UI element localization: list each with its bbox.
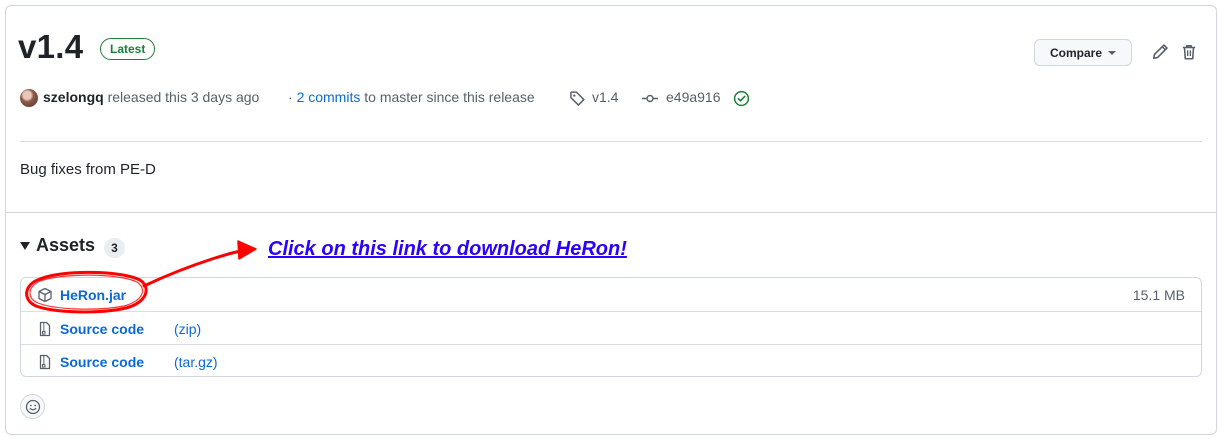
released-text: released this 3 days ago (107, 89, 260, 105)
asset-name[interactable]: Source code (60, 354, 144, 370)
pencil-icon[interactable] (1151, 43, 1169, 61)
section-divider (6, 212, 1216, 213)
compare-label: Compare (1049, 45, 1102, 60)
avatar[interactable] (20, 89, 38, 107)
smiley-icon (25, 399, 40, 414)
asset-ext[interactable]: (zip) (174, 321, 201, 337)
file-zip-icon (39, 321, 51, 336)
assets-count: 3 (104, 238, 125, 258)
release-meta: szelongq released this 3 days ago (43, 89, 259, 105)
release-title: v1.4 (18, 28, 84, 65)
release-notes: Bug fixes from PE-D (20, 161, 156, 178)
compare-button[interactable]: Compare (1034, 39, 1132, 66)
add-reaction-button[interactable] (20, 394, 45, 419)
divider (20, 141, 1202, 142)
asset-row-source-zip[interactable]: Source code (zip) (21, 311, 1201, 345)
tag-link[interactable]: v1.4 (592, 89, 618, 105)
commits-suffix: to master since this release (364, 89, 535, 105)
asset-ext[interactable]: (tar.gz) (174, 354, 218, 370)
asset-row-source-targz[interactable]: Source code (tar.gz) (21, 344, 1201, 378)
asset-name[interactable]: HeRon.jar (60, 287, 126, 303)
check-circle-icon[interactable] (733, 90, 750, 107)
trash-icon[interactable] (1180, 43, 1198, 61)
download-annotation[interactable]: Click on this link to download HeRon! (268, 238, 627, 261)
asset-size: 15.1 MB (1132, 286, 1185, 303)
commit-hash-link[interactable]: e49a916 (666, 89, 721, 105)
assets-list: HeRon.jar 15.1 MB Source code (zip) Sour… (20, 277, 1202, 377)
tag-icon (570, 91, 585, 106)
commits-meta: · 2 commits to master since this release (288, 89, 535, 105)
assets-heading: Assets (36, 235, 96, 255)
latest-badge: Latest (100, 38, 156, 60)
commit-icon (642, 94, 658, 103)
commits-link[interactable]: 2 commits (297, 89, 361, 105)
chevron-down-icon (1108, 50, 1116, 55)
assets-toggle[interactable]: Assets (20, 235, 95, 256)
separator-dot: · (288, 89, 293, 105)
package-icon (38, 287, 52, 302)
triangle-down-icon (20, 241, 30, 250)
file-zip-icon (39, 354, 51, 369)
author-link[interactable]: szelongq (43, 89, 104, 105)
asset-name[interactable]: Source code (60, 321, 144, 337)
asset-row-heron-jar[interactable]: HeRon.jar 15.1 MB (21, 278, 1201, 311)
